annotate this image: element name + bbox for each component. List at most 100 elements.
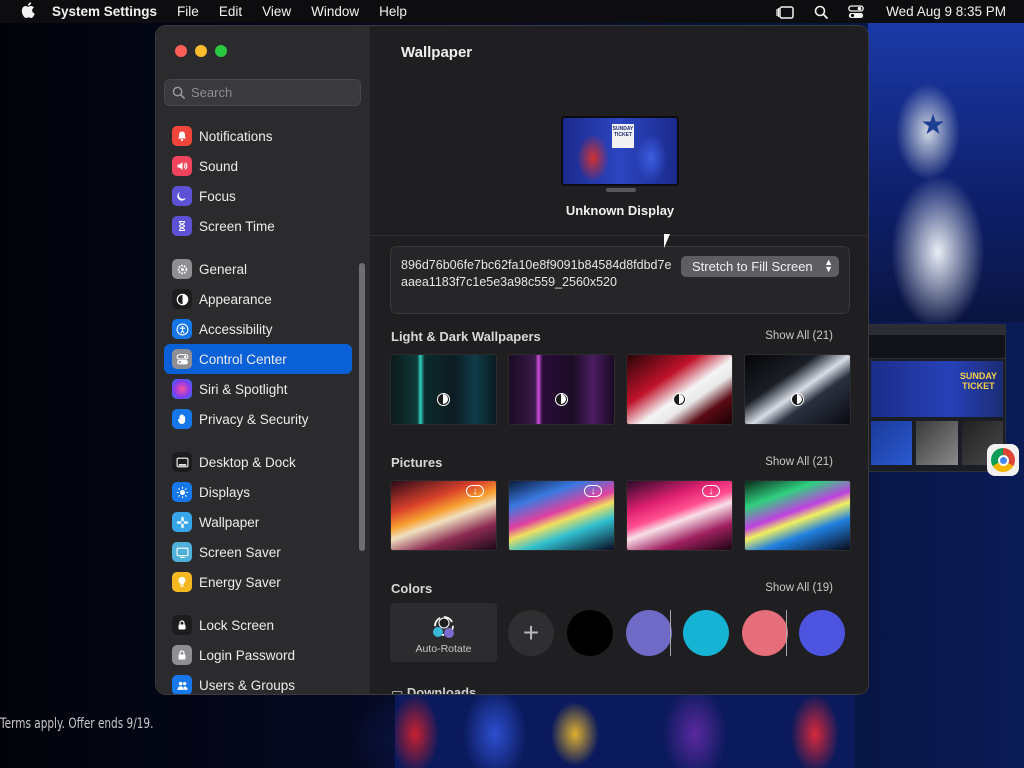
wallpaper-thumb[interactable] (626, 354, 733, 425)
sidebar-item-label: Wallpaper (199, 514, 260, 530)
sun-icon (172, 482, 192, 502)
sidebar-scrollbar[interactable] (359, 263, 365, 551)
sidebar-item-label: Desktop & Dock (199, 454, 296, 470)
color-swatch-blue[interactable] (799, 609, 845, 656)
sidebar-item-screen-time[interactable]: Screen Time (164, 211, 352, 241)
search-placeholder: Search (191, 85, 233, 100)
wallpaper-terms-text: Terms apply. Offer ends 9/19. (0, 716, 154, 732)
sidebar-item-sound[interactable]: Sound (164, 151, 352, 181)
sidebar-item-label: Login Password (199, 647, 296, 663)
wallpaper-thumb[interactable]: ↓ (626, 480, 733, 551)
auto-rotate-icon (429, 611, 459, 641)
bell-icon (172, 126, 192, 146)
fill-mode-popup[interactable]: Stretch to Fill Screen ▲ ▼ (681, 256, 839, 277)
sidebar-item-desktop-dock[interactable]: Desktop & Dock (164, 447, 352, 477)
colors-row: Auto-Rotate + (390, 603, 845, 662)
sidebar-item-control-center[interactable]: Control Center (164, 344, 352, 374)
current-wallpaper-card: 896d76b06fe7bc62fa10e8f9091b84584d8fdbd7… (390, 246, 850, 314)
sidebar-item-label: Siri & Spotlight (199, 381, 288, 397)
sidebar-item-privacy-security[interactable]: Privacy & Security (164, 404, 352, 434)
sidebar-item-wallpaper[interactable]: Wallpaper (164, 507, 352, 537)
color-swatch-pink[interactable] (742, 609, 788, 656)
light-dark-wallpapers (390, 354, 851, 425)
minimize-window-button[interactable] (195, 45, 207, 57)
mouse-cursor-icon (664, 234, 670, 248)
browser-thumb (871, 421, 913, 465)
stage-manager-icon[interactable] (776, 5, 794, 19)
sidebar-item-siri-spotlight[interactable]: Siri & Spotlight (164, 374, 352, 404)
auto-rotate-tile[interactable]: Auto-Rotate (390, 603, 497, 662)
color-swatch-black[interactable] (567, 609, 613, 656)
menu-window[interactable]: Window (311, 4, 359, 19)
sidebar-item-appearance[interactable]: Appearance (164, 284, 352, 314)
menu-app-name[interactable]: System Settings (52, 4, 157, 19)
menu-clock[interactable]: Wed Aug 9 8:35 PM (886, 4, 1006, 19)
sidebar-item-displays[interactable]: Displays (164, 477, 352, 507)
zoom-window-button[interactable] (215, 45, 227, 57)
wallpaper-thumb[interactable]: ↓ (390, 480, 497, 551)
sidebar-item-accessibility[interactable]: Accessibility (164, 314, 352, 344)
browser-navbar (869, 335, 1005, 359)
sidebar-item-label: Screen Saver (199, 544, 281, 560)
section-pictures-title: Pictures (391, 455, 443, 470)
sidebar-item-screen-saver[interactable]: Screen Saver (164, 537, 352, 567)
speaker-icon (172, 156, 192, 176)
sidebar-item-energy-saver[interactable]: Energy Saver (164, 567, 352, 597)
wallpaper-thumb[interactable]: ↓ (508, 480, 615, 551)
appearance-icon (172, 289, 192, 309)
browser-thumb (916, 421, 958, 465)
sidebar-item-general[interactable]: General (164, 254, 352, 284)
wallpaper-thumb[interactable] (508, 354, 615, 425)
sidebar-item-focus[interactable]: Focus (164, 181, 352, 211)
background-browser-window[interactable]: SUNDAY TICKET (868, 324, 1006, 472)
color-swatch-cyan[interactable] (683, 609, 729, 656)
divider (786, 609, 787, 656)
sidebar-item-label: Lock Screen (199, 617, 275, 633)
cloud-download-icon: ↓ (584, 485, 602, 497)
system-settings-window: Search Notifications Sound Focus Screen … (155, 25, 869, 695)
control-center-icon[interactable] (848, 4, 865, 19)
dock-icon (172, 452, 192, 472)
spotlight-search-icon[interactable] (814, 5, 829, 19)
sidebar-item-lock-screen[interactable]: Lock Screen (164, 610, 352, 640)
menu-help[interactable]: Help (379, 4, 407, 19)
menu-file[interactable]: File (177, 4, 199, 19)
fill-mode-value: Stretch to Fill Screen (692, 259, 813, 274)
color-swatch-purple[interactable] (626, 609, 672, 656)
apple-menu-icon[interactable] (18, 1, 38, 22)
traffic-lights (175, 45, 227, 57)
page-title: Wallpaper (401, 44, 473, 61)
sidebar-item-label: Notifications (199, 128, 273, 144)
wallpaper-thumb[interactable] (744, 480, 851, 551)
sidebar-item-label: Energy Saver (199, 574, 281, 590)
siri-icon (172, 379, 192, 399)
wallpaper-file-name: 896d76b06fe7bc62fa10e8f9091b84584d8fdbd7… (401, 258, 672, 289)
accessibility-icon (172, 319, 192, 339)
close-window-button[interactable] (175, 45, 187, 57)
sidebar-item-login-password[interactable]: Login Password (164, 640, 352, 670)
helmet-star-icon: ★ (920, 109, 946, 140)
wallpaper-thumb[interactable] (744, 354, 851, 425)
sidebar-item-users-groups[interactable]: Users & Groups (164, 670, 352, 694)
add-color-button[interactable]: + (508, 609, 554, 656)
menu-edit[interactable]: Edit (219, 4, 242, 19)
desktop-wallpaper-bottom (395, 694, 855, 768)
wallpaper-thumb[interactable] (390, 354, 497, 425)
desktop-wallpaper-player (868, 22, 1024, 322)
sidebar-item-label: Displays (199, 484, 251, 500)
sidebar-item-notifications[interactable]: Notifications (164, 121, 352, 151)
menu-view[interactable]: View (262, 4, 291, 19)
flower-icon (172, 512, 192, 532)
display-preview: SUNDAY TICKET (561, 116, 679, 186)
users-icon (172, 675, 192, 694)
chrome-icon[interactable] (987, 444, 1019, 476)
sidebar-search-field[interactable]: Search (164, 79, 361, 106)
light-dark-show-all-button[interactable]: Show All (21) (765, 330, 833, 342)
bulb-icon (172, 572, 192, 592)
pictures-show-all-button[interactable]: Show All (21) (765, 456, 833, 468)
colors-show-all-button[interactable]: Show All (19) (765, 582, 833, 594)
divider (670, 609, 671, 656)
lock-icon (172, 645, 192, 665)
